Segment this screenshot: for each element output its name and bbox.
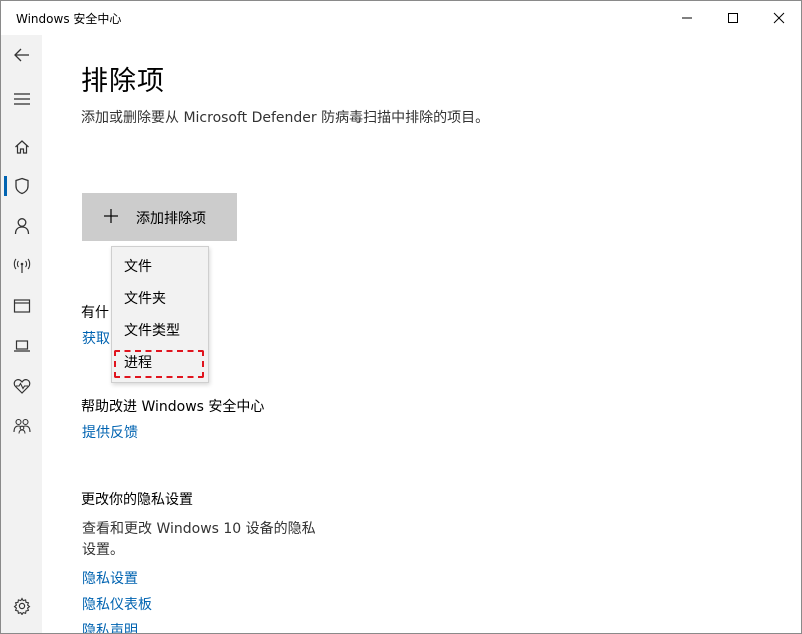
menu-item-process[interactable]: 进程 [112,347,208,379]
home-icon [14,140,29,154]
person-icon [14,218,29,235]
privacy-description-line2: 设置。 [82,542,124,558]
questions-heading: 有什 [81,305,109,321]
privacy-dashboard-link[interactable]: 隐私仪表板 [82,594,152,614]
get-help-link[interactable]: 获取 [82,328,110,348]
nav-app-browser-control[interactable] [1,286,42,326]
heart-pulse-icon [13,379,30,394]
privacy-statement-link[interactable]: 隐私声明 [82,620,138,633]
privacy-settings-link[interactable]: 隐私设置 [82,568,138,588]
wireless-antenna-icon [13,258,30,273]
window-title: Windows 安全中心 [16,12,122,26]
title-bar: Windows 安全中心 [1,1,801,35]
app-browser-icon [13,299,30,313]
gear-icon [13,597,30,615]
family-icon [12,418,31,434]
hamburger-menu-button[interactable] [1,79,42,119]
add-exclusion-label: 添加排除项 [136,211,206,227]
navigation-rail [1,35,42,633]
app-window: Windows 安全中心 排除项 添加或删除要从 Microsoft Defen… [0,0,802,634]
add-exclusion-button[interactable]: 添加排除项 [82,193,237,241]
nav-firewall-network[interactable] [1,246,42,286]
nav-virus-protection[interactable] [1,166,42,206]
minimize-button[interactable] [664,1,710,35]
nav-family-options[interactable] [1,406,42,446]
laptop-icon [13,340,30,352]
settings-button[interactable] [1,586,42,626]
back-arrow-icon [13,48,29,62]
close-button[interactable] [756,1,801,35]
privacy-heading: 更改你的隐私设置 [81,492,193,508]
maximize-button[interactable] [710,1,756,35]
feedback-heading: 帮助改进 Windows 安全中心 [81,399,265,415]
shield-icon [14,177,29,195]
maximize-icon [728,13,738,23]
nav-device-security[interactable] [1,326,42,366]
minimize-icon [682,17,692,19]
back-button[interactable] [1,35,42,75]
privacy-description-line1: 查看和更改 Windows 10 设备的隐私 [82,521,316,537]
menu-item-file-type[interactable]: 文件类型 [112,315,208,347]
page-title: 排除项 [81,66,165,97]
nav-device-performance[interactable] [1,366,42,406]
nav-home[interactable] [1,127,42,167]
add-exclusion-dropdown: 文件 文件夹 文件类型 进程 [111,246,209,383]
hamburger-menu-icon [13,93,30,105]
close-icon [773,12,785,24]
menu-item-folder[interactable]: 文件夹 [112,283,208,315]
menu-item-file[interactable]: 文件 [112,251,208,283]
nav-account-protection[interactable] [1,206,42,246]
page-description: 添加或删除要从 Microsoft Defender 防病毒扫描中排除的项目。 [81,110,490,126]
give-feedback-link[interactable]: 提供反馈 [82,422,138,442]
plus-icon [104,209,118,223]
